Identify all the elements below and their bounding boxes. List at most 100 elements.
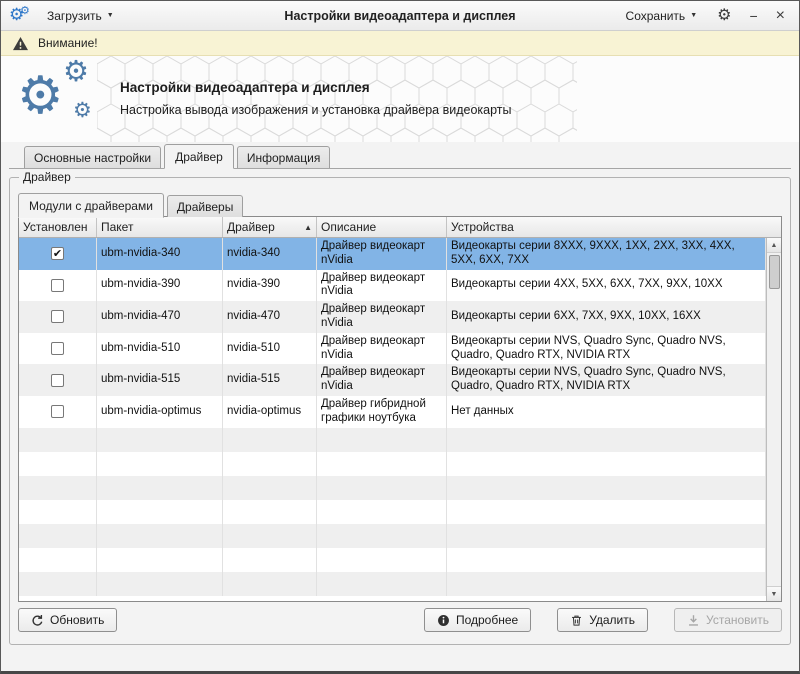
tab-main-settings[interactable]: Основные настройки	[24, 146, 161, 168]
cell-driver: nvidia-340	[223, 238, 317, 270]
install-label: Установить	[706, 613, 769, 627]
cell-package: ubm-nvidia-510	[97, 333, 223, 365]
close-icon: ×	[776, 7, 785, 24]
page-header: ⚙ ⚙ ⚙ Настройки видеоадаптера и дисплея …	[1, 56, 799, 142]
warning-label: Внимание!	[38, 36, 98, 50]
tab-drivers[interactable]: Драйверы	[167, 195, 243, 217]
cell-description: Драйвер видеокарт nVidia	[317, 301, 447, 333]
minimize-button[interactable]: −	[743, 7, 763, 25]
page-title: Настройки видеоадаптера и дисплея	[120, 80, 512, 95]
table-row[interactable]: ubm-nvidia-515 nvidia-515 Драйвер видеок…	[19, 364, 766, 396]
gears-illustration-icon: ⚙ ⚙ ⚙	[17, 58, 117, 142]
cell-driver: nvidia-510	[223, 333, 317, 365]
load-menu-button[interactable]: Загрузить ▼	[39, 5, 122, 27]
scrollbar-track[interactable]	[767, 253, 781, 586]
cell-driver: nvidia-390	[223, 270, 317, 302]
tab-information[interactable]: Информация	[237, 146, 330, 168]
column-header-driver[interactable]: Драйвер ▲	[223, 217, 317, 237]
column-header-devices[interactable]: Устройства	[447, 217, 781, 237]
scroll-down-icon[interactable]: ▼	[767, 586, 781, 601]
column-header-installed[interactable]: Установлен	[19, 217, 97, 237]
header-text: Настройки видеоадаптера и дисплея Настро…	[120, 80, 512, 117]
cell-devices: Видеокарты серии 4XX, 5XX, 6XX, 7XX, 9XX…	[447, 270, 766, 302]
empty-row	[19, 476, 766, 500]
column-label: Драйвер	[227, 220, 275, 234]
info-icon	[437, 614, 450, 627]
delete-label: Удалить	[589, 613, 635, 627]
driver-modules-table: Установлен Пакет Драйвер ▲ Описание Устр…	[18, 216, 782, 602]
delete-button[interactable]: Удалить	[557, 608, 648, 632]
gear-icon: ⚙	[17, 70, 64, 122]
column-header-description[interactable]: Описание	[317, 217, 447, 237]
installed-checkbox[interactable]	[51, 279, 64, 292]
empty-row	[19, 572, 766, 596]
installed-checkbox[interactable]: ✔	[51, 247, 64, 260]
table-row[interactable]: ubm-nvidia-390 nvidia-390 Драйвер видеок…	[19, 270, 766, 302]
column-header-package[interactable]: Пакет	[97, 217, 223, 237]
empty-row	[19, 548, 766, 572]
gear-icon: ⚙	[63, 58, 89, 87]
driver-groupbox: Драйвер Модули с драйверами Драйверы Уст…	[9, 177, 791, 645]
install-button[interactable]: Установить	[674, 608, 782, 632]
table-row[interactable]: ✔ ubm-nvidia-340 nvidia-340 Драйвер виде…	[19, 238, 766, 270]
gear-icon: ⚙	[717, 7, 731, 24]
table-header: Установлен Пакет Драйвер ▲ Описание Устр…	[19, 217, 781, 238]
column-label: Устройства	[451, 220, 514, 234]
chevron-down-icon: ▼	[690, 12, 697, 19]
cell-devices: Видеокарты серии 6XX, 7XX, 9XX, 10XX, 16…	[447, 301, 766, 333]
table-body: ✔ ubm-nvidia-340 nvidia-340 Драйвер виде…	[19, 238, 766, 601]
table-row[interactable]: ubm-nvidia-470 nvidia-470 Драйвер видеок…	[19, 301, 766, 333]
cell-driver: nvidia-470	[223, 301, 317, 333]
empty-row	[19, 500, 766, 524]
refresh-label: Обновить	[50, 613, 104, 627]
tab-driver-modules[interactable]: Модули с драйверами	[18, 193, 164, 218]
scroll-up-icon[interactable]: ▲	[767, 238, 781, 253]
installed-checkbox[interactable]	[51, 374, 64, 387]
column-label: Установлен	[23, 220, 88, 234]
chevron-down-icon: ▼	[107, 12, 114, 19]
empty-row	[19, 428, 766, 452]
column-label: Описание	[321, 220, 376, 234]
sort-ascending-icon: ▲	[300, 223, 312, 232]
table-row[interactable]: ubm-nvidia-optimus nvidia-optimus Драйве…	[19, 396, 766, 428]
cell-package: ubm-nvidia-optimus	[97, 396, 223, 428]
tab-driver[interactable]: Драйвер	[164, 144, 234, 169]
driver-subtabs: Модули с драйверами Драйверы	[18, 192, 782, 217]
download-icon	[687, 614, 700, 627]
vertical-scrollbar[interactable]: ▲ ▼	[766, 238, 781, 601]
cell-description: Драйвер видеокарт nVidia	[317, 270, 447, 302]
titlebar: ⚙ ⚙ Загрузить ▼ Настройки видеоадаптера …	[1, 1, 799, 31]
refresh-icon	[31, 614, 44, 627]
cell-driver: nvidia-515	[223, 364, 317, 396]
table-row[interactable]: ubm-nvidia-510 nvidia-510 Драйвер видеок…	[19, 333, 766, 365]
cell-description: Драйвер гибридной графики ноутбука	[317, 396, 447, 428]
load-menu-label: Загрузить	[47, 9, 102, 23]
cell-package: ubm-nvidia-470	[97, 301, 223, 333]
details-button[interactable]: Подробнее	[424, 608, 531, 632]
cell-devices: Нет данных	[447, 396, 766, 428]
column-label: Пакет	[101, 220, 133, 234]
warning-banner: Внимание!	[1, 31, 799, 56]
page-subtitle: Настройка вывода изображения и установка…	[120, 103, 512, 117]
save-menu-label: Сохранить	[626, 9, 686, 23]
scrollbar-thumb[interactable]	[769, 255, 780, 289]
cell-description: Драйвер видеокарт nVidia	[317, 333, 447, 365]
installed-checkbox[interactable]	[51, 405, 64, 418]
refresh-button[interactable]: Обновить	[18, 608, 117, 632]
cell-devices: Видеокарты серии NVS, Quadro Sync, Quadr…	[447, 364, 766, 396]
app-window: ⚙ ⚙ Загрузить ▼ Настройки видеоадаптера …	[0, 0, 800, 674]
main-tabs: Основные настройки Драйвер Информация	[9, 144, 791, 169]
details-label: Подробнее	[456, 613, 518, 627]
minimize-icon: −	[749, 8, 757, 24]
content-area: Основные настройки Драйвер Информация Др…	[1, 142, 799, 671]
installed-checkbox[interactable]	[51, 310, 64, 323]
cell-package: ubm-nvidia-515	[97, 364, 223, 396]
close-button[interactable]: ×	[770, 6, 791, 26]
gear-icon: ⚙	[73, 100, 92, 121]
installed-checkbox[interactable]	[51, 342, 64, 355]
cell-package: ubm-nvidia-390	[97, 270, 223, 302]
save-menu-button[interactable]: Сохранить ▼	[618, 5, 706, 27]
settings-gear-button[interactable]: ⚙	[711, 6, 737, 26]
groupbox-label: Драйвер	[19, 170, 75, 184]
titlebar-left: ⚙ ⚙ Загрузить ▼	[9, 5, 122, 27]
